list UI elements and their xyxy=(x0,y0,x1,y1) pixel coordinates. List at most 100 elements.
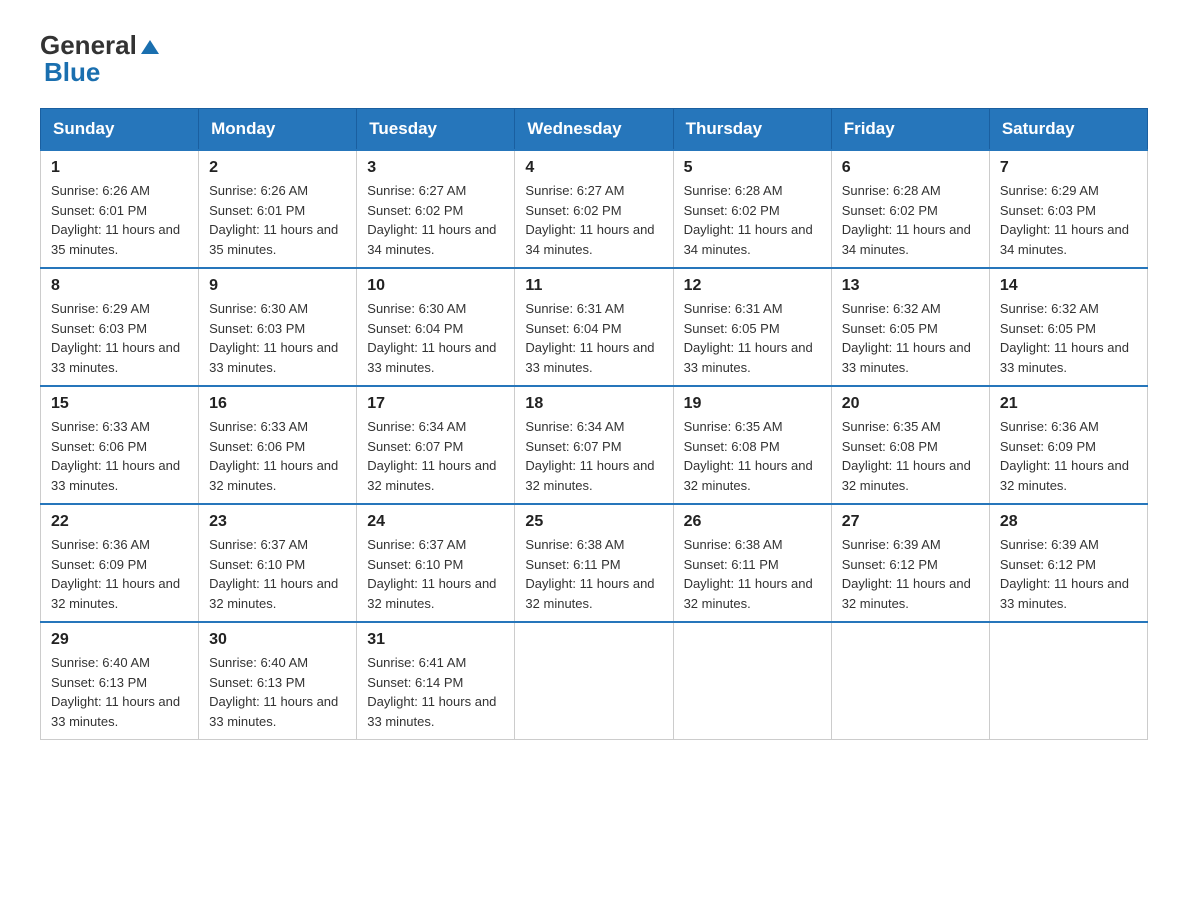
day-number: 22 xyxy=(51,513,188,531)
day-info: Sunrise: 6:38 AMSunset: 6:11 PMDaylight:… xyxy=(684,535,821,613)
col-header-monday: Monday xyxy=(199,109,357,151)
calendar-cell: 12 Sunrise: 6:31 AMSunset: 6:05 PMDayligh… xyxy=(673,268,831,386)
day-number: 24 xyxy=(367,513,504,531)
week-row-4: 22 Sunrise: 6:36 AMSunset: 6:09 PMDayligh… xyxy=(41,504,1148,622)
col-header-tuesday: Tuesday xyxy=(357,109,515,151)
day-number: 31 xyxy=(367,631,504,649)
day-info: Sunrise: 6:32 AMSunset: 6:05 PMDaylight:… xyxy=(842,299,979,377)
calendar-cell: 24 Sunrise: 6:37 AMSunset: 6:10 PMDayligh… xyxy=(357,504,515,622)
day-number: 16 xyxy=(209,395,346,413)
day-number: 17 xyxy=(367,395,504,413)
day-number: 18 xyxy=(525,395,662,413)
day-number: 27 xyxy=(842,513,979,531)
calendar-cell: 25 Sunrise: 6:38 AMSunset: 6:11 PMDayligh… xyxy=(515,504,673,622)
calendar-cell: 19 Sunrise: 6:35 AMSunset: 6:08 PMDayligh… xyxy=(673,386,831,504)
col-header-friday: Friday xyxy=(831,109,989,151)
calendar-cell: 17 Sunrise: 6:34 AMSunset: 6:07 PMDayligh… xyxy=(357,386,515,504)
day-number: 30 xyxy=(209,631,346,649)
calendar-cell: 29 Sunrise: 6:40 AMSunset: 6:13 PMDayligh… xyxy=(41,622,199,740)
day-info: Sunrise: 6:35 AMSunset: 6:08 PMDaylight:… xyxy=(684,417,821,495)
day-info: Sunrise: 6:36 AMSunset: 6:09 PMDaylight:… xyxy=(51,535,188,613)
calendar-cell: 9 Sunrise: 6:30 AMSunset: 6:03 PMDaylight… xyxy=(199,268,357,386)
calendar-cell: 8 Sunrise: 6:29 AMSunset: 6:03 PMDaylight… xyxy=(41,268,199,386)
col-header-wednesday: Wednesday xyxy=(515,109,673,151)
day-number: 12 xyxy=(684,277,821,295)
day-info: Sunrise: 6:34 AMSunset: 6:07 PMDaylight:… xyxy=(525,417,662,495)
day-number: 29 xyxy=(51,631,188,649)
calendar-cell xyxy=(989,622,1147,740)
day-info: Sunrise: 6:40 AMSunset: 6:13 PMDaylight:… xyxy=(51,653,188,731)
day-number: 3 xyxy=(367,159,504,177)
day-info: Sunrise: 6:35 AMSunset: 6:08 PMDaylight:… xyxy=(842,417,979,495)
calendar-cell: 1Sunrise: 6:26 AMSunset: 6:01 PMDaylight… xyxy=(41,150,199,268)
day-info: Sunrise: 6:40 AMSunset: 6:13 PMDaylight:… xyxy=(209,653,346,731)
col-header-sunday: Sunday xyxy=(41,109,199,151)
day-number: 13 xyxy=(842,277,979,295)
calendar-cell: 30 Sunrise: 6:40 AMSunset: 6:13 PMDayligh… xyxy=(199,622,357,740)
day-number: 14 xyxy=(1000,277,1137,295)
calendar-cell: 3Sunrise: 6:27 AMSunset: 6:02 PMDaylight… xyxy=(357,150,515,268)
calendar-table: SundayMondayTuesdayWednesdayThursdayFrid… xyxy=(40,108,1148,740)
calendar-cell: 2 Sunrise: 6:26 AMSunset: 6:01 PMDaylight… xyxy=(199,150,357,268)
calendar-cell: 21 Sunrise: 6:36 AMSunset: 6:09 PMDayligh… xyxy=(989,386,1147,504)
calendar-cell: 7 Sunrise: 6:29 AMSunset: 6:03 PMDaylight… xyxy=(989,150,1147,268)
day-number: 25 xyxy=(525,513,662,531)
calendar-cell: 27 Sunrise: 6:39 AMSunset: 6:12 PMDayligh… xyxy=(831,504,989,622)
calendar-cell: 26 Sunrise: 6:38 AMSunset: 6:11 PMDayligh… xyxy=(673,504,831,622)
calendar-cell xyxy=(673,622,831,740)
day-number: 5 xyxy=(684,159,821,177)
calendar-cell: 5 Sunrise: 6:28 AMSunset: 6:02 PMDaylight… xyxy=(673,150,831,268)
day-number: 7 xyxy=(1000,159,1137,177)
calendar-cell: 15Sunrise: 6:33 AMSunset: 6:06 PMDayligh… xyxy=(41,386,199,504)
day-info: Sunrise: 6:30 AMSunset: 6:04 PMDaylight:… xyxy=(367,299,504,377)
day-number: 2 xyxy=(209,159,346,177)
day-info: Sunrise: 6:28 AMSunset: 6:02 PMDaylight:… xyxy=(684,181,821,259)
logo-triangle-icon xyxy=(139,36,161,58)
calendar-cell: 31Sunrise: 6:41 AMSunset: 6:14 PMDayligh… xyxy=(357,622,515,740)
logo: General Blue xyxy=(40,30,161,88)
calendar-cell: 22 Sunrise: 6:36 AMSunset: 6:09 PMDayligh… xyxy=(41,504,199,622)
day-info: Sunrise: 6:28 AMSunset: 6:02 PMDaylight:… xyxy=(842,181,979,259)
calendar-cell xyxy=(831,622,989,740)
day-info: Sunrise: 6:27 AMSunset: 6:02 PMDaylight:… xyxy=(525,181,662,259)
day-number: 11 xyxy=(525,277,662,295)
week-row-3: 15Sunrise: 6:33 AMSunset: 6:06 PMDayligh… xyxy=(41,386,1148,504)
logo-blue-text: Blue xyxy=(44,57,161,88)
week-row-5: 29 Sunrise: 6:40 AMSunset: 6:13 PMDayligh… xyxy=(41,622,1148,740)
day-number: 19 xyxy=(684,395,821,413)
day-info: Sunrise: 6:37 AMSunset: 6:10 PMDaylight:… xyxy=(209,535,346,613)
day-number: 9 xyxy=(209,277,346,295)
day-number: 8 xyxy=(51,277,188,295)
calendar-cell: 6Sunrise: 6:28 AMSunset: 6:02 PMDaylight… xyxy=(831,150,989,268)
day-info: Sunrise: 6:29 AMSunset: 6:03 PMDaylight:… xyxy=(1000,181,1137,259)
calendar-cell xyxy=(515,622,673,740)
day-info: Sunrise: 6:37 AMSunset: 6:10 PMDaylight:… xyxy=(367,535,504,613)
day-number: 23 xyxy=(209,513,346,531)
calendar-cell: 18 Sunrise: 6:34 AMSunset: 6:07 PMDayligh… xyxy=(515,386,673,504)
day-number: 10 xyxy=(367,277,504,295)
calendar-cell: 23 Sunrise: 6:37 AMSunset: 6:10 PMDayligh… xyxy=(199,504,357,622)
day-info: Sunrise: 6:39 AMSunset: 6:12 PMDaylight:… xyxy=(1000,535,1137,613)
day-info: Sunrise: 6:38 AMSunset: 6:11 PMDaylight:… xyxy=(525,535,662,613)
day-number: 21 xyxy=(1000,395,1137,413)
day-info: Sunrise: 6:33 AMSunset: 6:06 PMDaylight:… xyxy=(209,417,346,495)
day-info: Sunrise: 6:30 AMSunset: 6:03 PMDaylight:… xyxy=(209,299,346,377)
calendar-cell: 20 Sunrise: 6:35 AMSunset: 6:08 PMDayligh… xyxy=(831,386,989,504)
day-info: Sunrise: 6:31 AMSunset: 6:05 PMDaylight:… xyxy=(684,299,821,377)
day-info: Sunrise: 6:29 AMSunset: 6:03 PMDaylight:… xyxy=(51,299,188,377)
day-info: Sunrise: 6:26 AMSunset: 6:01 PMDaylight:… xyxy=(51,181,188,259)
day-info: Sunrise: 6:34 AMSunset: 6:07 PMDaylight:… xyxy=(367,417,504,495)
day-number: 20 xyxy=(842,395,979,413)
day-info: Sunrise: 6:32 AMSunset: 6:05 PMDaylight:… xyxy=(1000,299,1137,377)
day-info: Sunrise: 6:26 AMSunset: 6:01 PMDaylight:… xyxy=(209,181,346,259)
calendar-cell: 10 Sunrise: 6:30 AMSunset: 6:04 PMDayligh… xyxy=(357,268,515,386)
col-header-saturday: Saturday xyxy=(989,109,1147,151)
calendar-cell: 4 Sunrise: 6:27 AMSunset: 6:02 PMDaylight… xyxy=(515,150,673,268)
calendar-cell: 16 Sunrise: 6:33 AMSunset: 6:06 PMDayligh… xyxy=(199,386,357,504)
day-number: 26 xyxy=(684,513,821,531)
calendar-cell: 11 Sunrise: 6:31 AMSunset: 6:04 PMDayligh… xyxy=(515,268,673,386)
day-number: 4 xyxy=(525,159,662,177)
day-info: Sunrise: 6:36 AMSunset: 6:09 PMDaylight:… xyxy=(1000,417,1137,495)
day-info: Sunrise: 6:39 AMSunset: 6:12 PMDaylight:… xyxy=(842,535,979,613)
day-info: Sunrise: 6:31 AMSunset: 6:04 PMDaylight:… xyxy=(525,299,662,377)
